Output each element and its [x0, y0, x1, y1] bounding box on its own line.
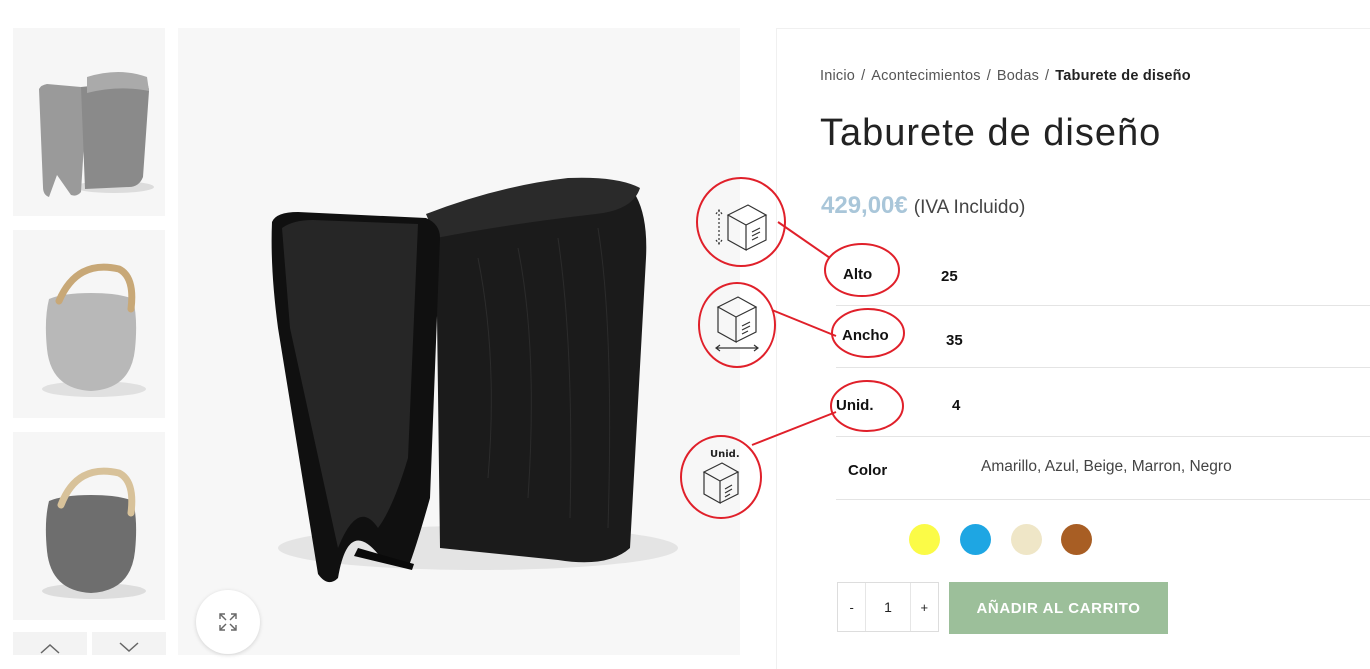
breadcrumb-separator: /	[986, 68, 991, 84]
breadcrumb-separator: /	[1045, 68, 1050, 84]
tax-note: (IVA Incluido)	[913, 197, 1026, 218]
attribute-label-unidades: Unid.	[836, 397, 874, 414]
chevron-down-icon	[119, 642, 139, 653]
thumbnail-stool-grey[interactable]	[13, 28, 165, 216]
pouf-light-thumbnail-image	[42, 263, 146, 397]
breadcrumb-current: Taburete de diseño	[1055, 68, 1191, 84]
quantity-decrease-button[interactable]: -	[838, 583, 865, 631]
attribute-value-alto: 25	[941, 268, 958, 285]
thumbnail-pouf-light[interactable]	[13, 230, 165, 418]
main-product-image[interactable]	[178, 28, 740, 655]
color-swatch-beige[interactable]	[1011, 524, 1042, 555]
price-row: 429,00€ (IVA Incluido)	[821, 192, 1025, 220]
attribute-divider	[836, 499, 1370, 500]
pouf-dark-thumbnail-image	[42, 467, 146, 599]
quantity-stepper: - 1 +	[837, 582, 939, 632]
attribute-divider	[836, 436, 1370, 437]
thumbnail-next-button[interactable]	[92, 632, 166, 655]
quantity-increase-button[interactable]: +	[911, 583, 938, 631]
attribute-value-unidades: 4	[952, 397, 961, 414]
color-swatch-amarillo[interactable]	[909, 524, 940, 555]
zoom-button[interactable]	[196, 590, 260, 654]
attribute-label-ancho: Ancho	[842, 327, 889, 344]
attribute-divider	[836, 367, 1370, 368]
product-title: Taburete de diseño	[820, 112, 1162, 154]
color-swatch-azul[interactable]	[960, 524, 991, 555]
breadcrumb-separator: /	[861, 68, 866, 84]
add-to-cart-button[interactable]: AÑADIR AL CARRITO	[949, 582, 1168, 634]
attribute-label-color: Color	[848, 462, 888, 479]
product-price: 429,00€	[821, 192, 908, 219]
stool-thumbnail-image	[39, 72, 154, 197]
expand-icon	[219, 613, 237, 631]
breadcrumb-link-bodas[interactable]: Bodas	[997, 68, 1039, 84]
thumbnail-pouf-dark[interactable]	[13, 432, 165, 620]
black-stool-image	[271, 177, 678, 583]
breadcrumb: Inicio / Acontecimientos / Bodas / Taburete de…	[820, 68, 1191, 84]
color-swatch-marron[interactable]	[1061, 524, 1092, 555]
chevron-up-icon	[40, 643, 60, 654]
thumbnail-gallery	[13, 28, 165, 634]
attribute-value-color: Amarillo, Azul, Beige, Marron, Negro	[981, 458, 1232, 475]
attribute-label-alto: Alto	[843, 266, 873, 283]
breadcrumb-link-inicio[interactable]: Inicio	[820, 68, 855, 84]
breadcrumb-link-acontecimientos[interactable]: Acontecimientos	[871, 68, 980, 84]
quantity-input[interactable]: 1	[865, 583, 911, 631]
attribute-divider	[836, 305, 1370, 306]
thumbnail-navigation	[13, 632, 166, 655]
thumbnail-prev-button[interactable]	[13, 632, 87, 655]
attribute-value-ancho: 35	[946, 332, 963, 349]
